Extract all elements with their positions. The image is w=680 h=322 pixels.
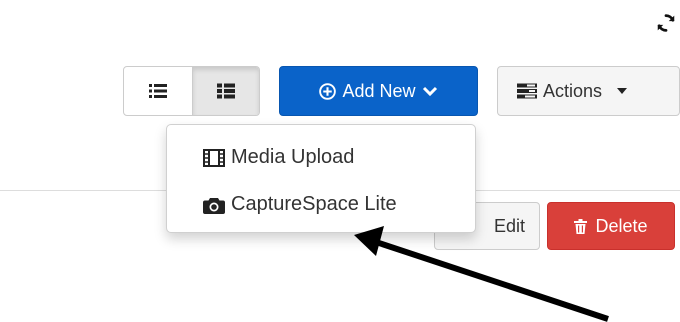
detailed-view-button[interactable]: [191, 67, 259, 115]
caret-down-icon: [617, 88, 628, 94]
menu-item-media-upload[interactable]: Media Upload: [167, 139, 475, 176]
menu-item-label: CaptureSpace Lite: [231, 193, 397, 215]
detailed-list-view-icon: [216, 83, 235, 99]
add-new-label: Add New: [342, 80, 416, 101]
camera-icon: [203, 197, 225, 214]
add-new-dropdown-menu: Media Upload CaptureSpace Lite: [166, 124, 476, 233]
actions-label: Actions: [543, 80, 603, 101]
refresh-icon[interactable]: [655, 12, 677, 34]
menu-item-label: Media Upload: [231, 146, 355, 168]
list-view-icon: [148, 84, 167, 98]
plus-circle-icon: [319, 82, 337, 100]
tasks-icon: [517, 83, 537, 99]
chevron-down-icon: [422, 86, 437, 97]
pointer-arrow-annotation: [354, 226, 609, 322]
list-view-button[interactable]: [124, 67, 192, 115]
view-toggle-group: [123, 66, 260, 116]
film-icon: [203, 148, 225, 167]
add-new-button[interactable]: Add New: [279, 66, 478, 116]
page: Add New Actions Edit Delete Media Upload…: [0, 0, 680, 322]
actions-button[interactable]: Actions: [497, 66, 680, 116]
menu-item-capturespace-lite[interactable]: CaptureSpace Lite: [167, 186, 475, 223]
